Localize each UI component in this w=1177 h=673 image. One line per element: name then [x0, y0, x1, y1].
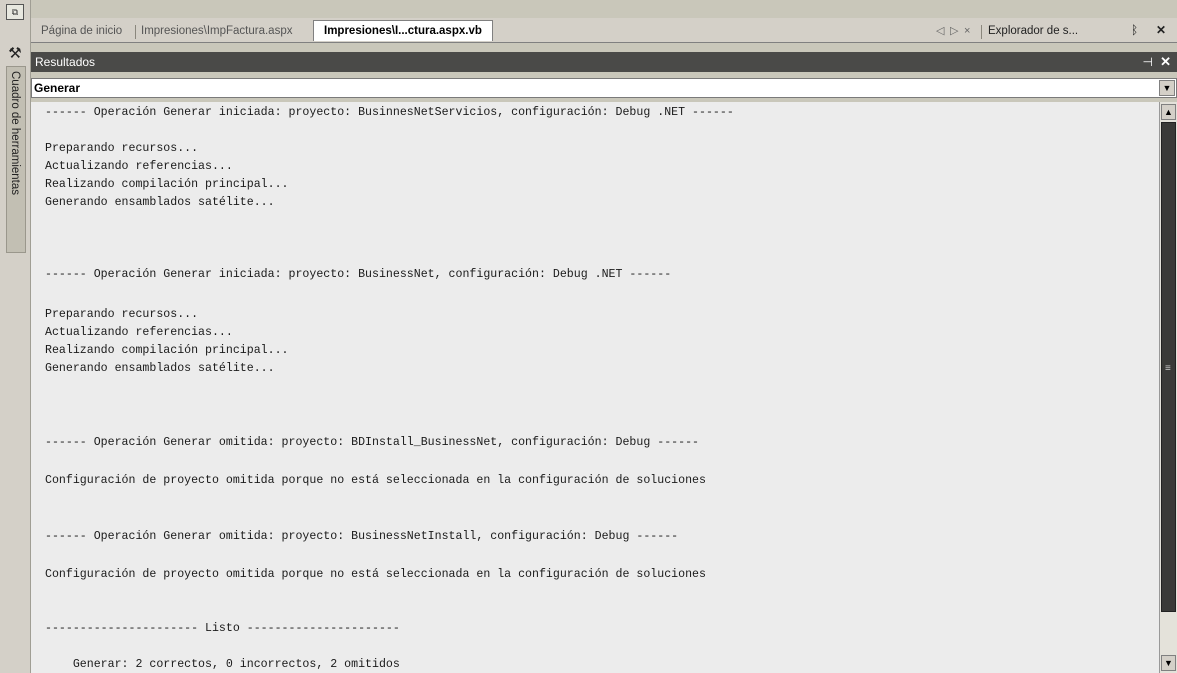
tab-close-icon[interactable]: ×: [964, 22, 970, 40]
grip-icon: ≡: [1165, 363, 1171, 374]
output-line: Configuración de proyecto omitida porque…: [45, 568, 706, 581]
tab-scroll-left-icon[interactable]: ◁: [936, 22, 944, 40]
output-line: Generando ensamblados satélite...: [45, 196, 275, 209]
output-line: Generar: 2 correctos, 0 incorrectos, 2 o…: [45, 658, 400, 671]
results-panel-titlebar: Resultados ⊣ ✕: [31, 52, 1177, 72]
output-line: ------ Operación Generar omitida: proyec…: [45, 530, 679, 543]
output-line: Preparando recursos...: [45, 142, 199, 155]
output-line: Realizando compilación principal...: [45, 178, 289, 191]
scroll-down-icon[interactable]: ▼: [1161, 655, 1176, 671]
tab-impfactura-aspx[interactable]: Impresiones\ImpFactura.aspx: [141, 22, 292, 40]
output-text-area[interactable]: ------ Operación Generar iniciada: proye…: [31, 102, 1159, 673]
output-line: Configuración de proyecto omitida porque…: [45, 474, 706, 487]
output-line: ---------------------- Listo -----------…: [45, 622, 400, 635]
server-explorer-icon[interactable]: ⧉: [6, 4, 24, 20]
scrollbar-thumb[interactable]: ≡: [1161, 122, 1176, 612]
output-line: ------ Operación Generar omitida: proyec…: [45, 436, 699, 449]
left-tool-strip: ⧉ ⚒ Cuadro de herramientas: [0, 0, 31, 673]
chevron-down-icon[interactable]: ▼: [1159, 80, 1175, 96]
output-line: Actualizando referencias...: [45, 160, 233, 173]
tabbar-top-strip: [31, 0, 1177, 18]
tab-separator: [135, 25, 136, 39]
output-line: ------ Operación Generar iniciada: proye…: [45, 106, 734, 119]
scroll-up-icon[interactable]: ▲: [1161, 104, 1176, 120]
tab-start-page[interactable]: Página de inicio: [41, 22, 122, 40]
toolbox-tab-label: Cuadro de herramientas: [9, 71, 21, 196]
output-line: Realizando compilación principal...: [45, 344, 289, 357]
toolbox-icon[interactable]: ⚒: [6, 46, 24, 62]
output-line: Actualizando referencias...: [45, 326, 233, 339]
output-line: Generando ensamblados satélite...: [45, 362, 275, 375]
tab-impfactura-aspx-vb[interactable]: Impresiones\I...ctura.aspx.vb: [313, 20, 493, 41]
output-line: ------ Operación Generar iniciada: proye…: [45, 268, 672, 281]
vertical-scrollbar[interactable]: ▲ ≡ ▼: [1159, 102, 1177, 673]
toolbox-tab[interactable]: Cuadro de herramientas: [6, 66, 26, 253]
results-panel-title: Resultados: [35, 55, 96, 69]
output-source-value: Generar: [34, 81, 81, 95]
tab-separator: [981, 25, 982, 39]
close-icon[interactable]: ✕: [1156, 21, 1166, 39]
auto-hide-pin-icon[interactable]: ⊣: [1143, 52, 1153, 72]
pin-icon[interactable]: ᛒ: [1131, 21, 1138, 39]
output-line: Preparando recursos...: [45, 308, 199, 321]
tab-scroll-right-icon[interactable]: ▷: [950, 22, 958, 40]
document-tab-bar: Página de inicio Impresiones\ImpFactura.…: [31, 18, 1177, 43]
output-source-dropdown[interactable]: Generar ▼: [31, 78, 1177, 98]
panel-close-icon[interactable]: ✕: [1160, 52, 1171, 72]
solution-explorer-tab[interactable]: Explorador de s...: [988, 22, 1078, 40]
